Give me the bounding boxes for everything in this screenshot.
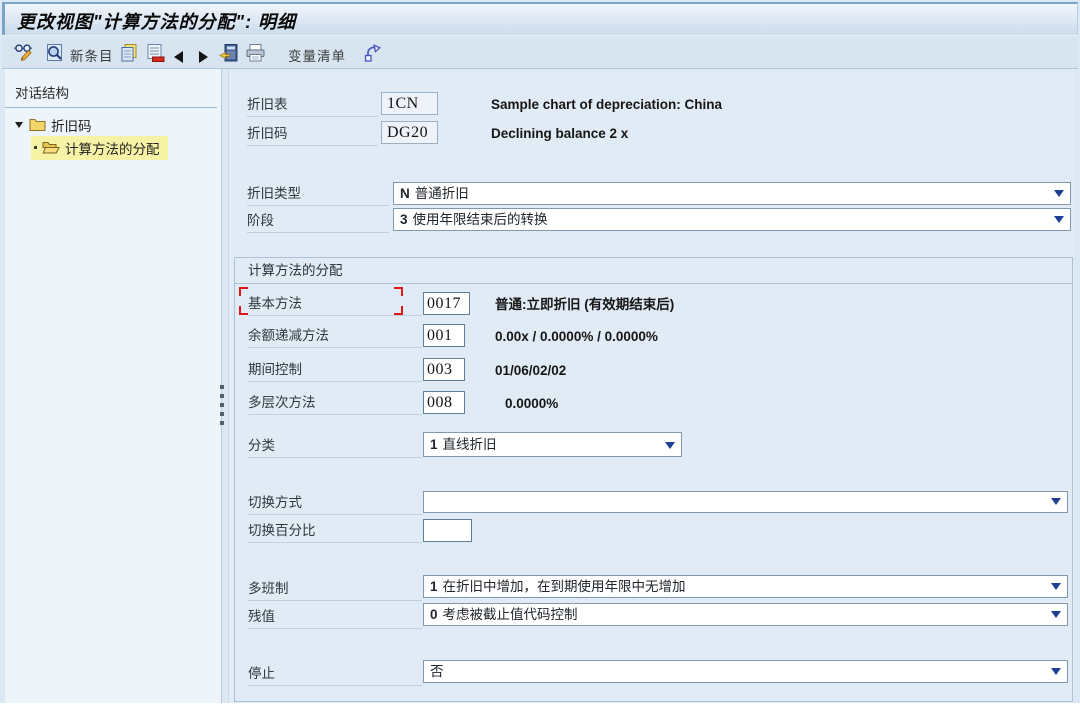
multiple-shift-label: 多班制 (248, 577, 422, 601)
tree-item-label: 折旧码 (51, 115, 92, 135)
open-folder-icon (42, 141, 60, 154)
scrap-value-dropdown[interactable]: 0考虑被截止值代码控制 (423, 603, 1068, 626)
variable-list-label: 变量清单 (288, 45, 346, 65)
assignment-groupbox: 计算方法的分配 基本方法 0017 普通:立即折旧 (有效期结束后) 余额递减方… (234, 257, 1073, 702)
period-control-label: 期间控制 (248, 358, 422, 382)
sap-window: 更改视图"计算方法的分配": 明细 (0, 0, 1080, 711)
depreciation-key-description: Declining balance 2 x (491, 122, 628, 145)
declining-balance-method-label: 余额递减方法 (248, 324, 422, 348)
base-method-description: 普通:立即折旧 (有效期结束后) (495, 293, 674, 316)
chart-of-depreciation-label: 折旧表 (247, 93, 378, 117)
multilevel-method-field[interactable]: 008 (423, 391, 465, 414)
chevron-down-icon (1051, 583, 1061, 590)
chart-of-depreciation-field[interactable]: 1CN (381, 92, 438, 115)
phase-label: 阶段 (247, 209, 389, 233)
class-label: 分类 (248, 434, 422, 458)
changeover-method-label: 切换方式 (248, 491, 422, 515)
content-area: 对话结构 折旧码 (0, 69, 1080, 703)
multilevel-method-description: 0.0000% (505, 392, 558, 415)
detail-form-panel: 折旧表 1CN Sample chart of depreciation: Ch… (228, 69, 1074, 703)
next-entry-button[interactable] (199, 47, 208, 67)
print-icon (245, 43, 266, 63)
multiple-shift-dropdown[interactable]: 1在折旧中增加，在到期使用年限中无增加 (423, 575, 1068, 598)
scrap-value-label: 残值 (248, 605, 422, 629)
chevron-down-icon (1054, 190, 1064, 197)
chart-of-depreciation-description: Sample chart of depreciation: China (491, 93, 722, 116)
tree-item-assignment-calc-methods[interactable]: 计算方法的分配 (5, 136, 221, 159)
splitter-handle[interactable] (217, 383, 226, 427)
changeover-percent-label: 切换百分比 (248, 519, 422, 543)
previous-entry-icon (174, 51, 183, 63)
changeover-percent-field[interactable] (423, 519, 472, 542)
page-title: 更改视图"计算方法的分配": 明细 (17, 8, 296, 34)
chevron-down-icon (1051, 668, 1061, 675)
closed-folder-icon (29, 118, 46, 131)
base-method-label: 基本方法 (248, 292, 422, 316)
variable-list-button[interactable]: 变量清单 (288, 45, 346, 65)
multilevel-method-label: 多层次方法 (248, 391, 422, 415)
base-method-field[interactable]: 0017 (423, 292, 470, 315)
title-bar: 更改视图"计算方法的分配": 明细 (2, 2, 1078, 35)
tree-bullet-icon (34, 146, 37, 149)
application-toolbar: 新条目 (2, 35, 1078, 69)
declining-balance-method-field[interactable]: 001 (423, 324, 465, 347)
depreciation-type-dropdown[interactable]: N普通折旧 (393, 182, 1071, 205)
groupbox-title: 计算方法的分配 (235, 258, 1072, 284)
depreciation-key-label: 折旧码 (247, 122, 378, 146)
delete-entry-icon-button[interactable] (145, 43, 165, 63)
pencil-glasses-icon (13, 43, 37, 63)
other-entry-icon (219, 43, 239, 63)
new-entries-button[interactable]: 新条目 (70, 45, 114, 65)
chevron-down-icon (1054, 216, 1064, 223)
period-control-field[interactable]: 003 (423, 358, 465, 381)
next-entry-icon (199, 51, 208, 63)
expander-icon[interactable] (15, 122, 23, 128)
display-button[interactable] (44, 43, 65, 63)
print-button[interactable] (245, 43, 266, 63)
depreciation-type-label: 折旧类型 (247, 182, 389, 206)
shutdown-label: 停止 (248, 662, 422, 686)
new-entries-label: 新条目 (70, 45, 114, 65)
phase-dropdown[interactable]: 3使用年限结束后的转换 (393, 208, 1071, 231)
class-dropdown[interactable]: 1直线折旧 (423, 432, 682, 457)
shutdown-dropdown[interactable]: 否 (423, 660, 1068, 683)
chevron-down-icon (665, 442, 675, 449)
copy-as-button[interactable] (119, 43, 139, 63)
delete-entry-icon (145, 43, 165, 63)
chevron-down-icon (1051, 498, 1061, 505)
tree-item-depreciation-key[interactable]: 折旧码 (5, 113, 221, 136)
tree-selection-highlight: 计算方法的分配 (31, 136, 168, 160)
magnifier-document-icon (44, 43, 65, 63)
curved-arrow-icon (362, 43, 383, 63)
dialog-structure-header: 对话结构 (5, 69, 217, 108)
bottom-strip (0, 703, 1080, 711)
dialog-structure-tree: 折旧码 计算方法的分配 (5, 108, 221, 159)
change-display-button[interactable] (13, 43, 37, 63)
previous-entry-button[interactable] (174, 47, 183, 67)
chevron-down-icon (1051, 611, 1061, 618)
other-entry-button[interactable] (219, 43, 239, 63)
bc-set-button[interactable] (362, 43, 383, 63)
dialog-structure-panel: 对话结构 折旧码 (5, 69, 222, 703)
declining-balance-method-description: 0.00x / 0.0000% / 0.0000% (495, 325, 658, 348)
tree-item-label: 计算方法的分配 (65, 138, 160, 158)
changeover-method-dropdown[interactable] (423, 491, 1068, 513)
period-control-description: 01/06/02/02 (495, 359, 566, 382)
depreciation-key-field[interactable]: DG20 (381, 121, 438, 144)
copy-icon (119, 43, 139, 63)
